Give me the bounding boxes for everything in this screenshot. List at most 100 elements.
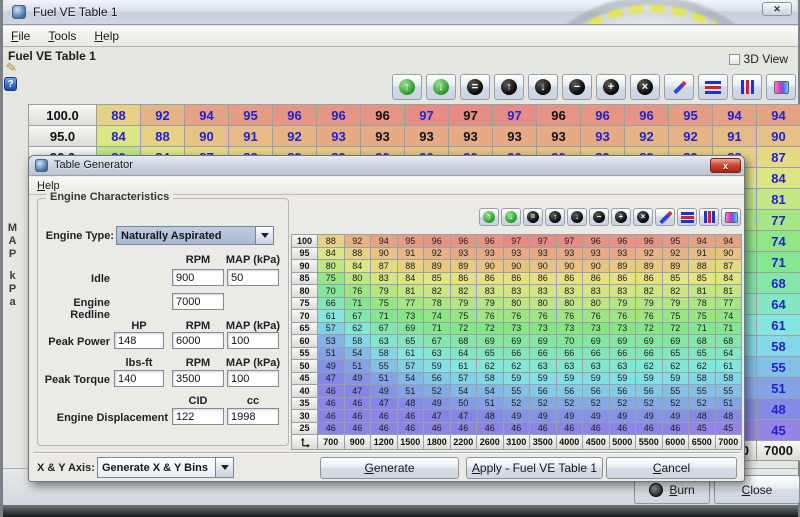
mini-ve-cell[interactable]: 59: [557, 373, 584, 386]
main-ve-cell[interactable]: 93: [317, 126, 361, 147]
mini-ve-cell[interactable]: 90: [504, 260, 531, 273]
mini-ve-cell[interactable]: 84: [398, 273, 425, 286]
mini-ve-cell[interactable]: 55: [504, 385, 531, 398]
edit-cell-button[interactable]: [655, 208, 675, 226]
mini-ve-cell[interactable]: 79: [663, 298, 690, 311]
mini-ve-cell[interactable]: 62: [689, 360, 716, 373]
mini-ve-cell[interactable]: 52: [583, 398, 610, 411]
menu-file[interactable]: File: [11, 29, 30, 43]
mini-ve-cell[interactable]: 85: [424, 273, 451, 286]
mini-ve-cell[interactable]: 83: [504, 285, 531, 298]
main-ve-cell[interactable]: 91: [713, 126, 757, 147]
mini-ve-cell[interactable]: 58: [689, 373, 716, 386]
interpolate-horizontal-button[interactable]: [677, 208, 697, 226]
mini-ve-cell[interactable]: 65: [477, 348, 504, 361]
mini-ve-cell[interactable]: 46: [318, 385, 345, 398]
mini-ve-cell[interactable]: 64: [451, 348, 478, 361]
mini-ve-cell[interactable]: 78: [689, 298, 716, 311]
mini-ve-cell[interactable]: 67: [371, 323, 398, 336]
mini-ve-cell[interactable]: 86: [477, 273, 504, 286]
main-ve-cell[interactable]: 92: [625, 126, 669, 147]
mini-ve-cell[interactable]: 61: [398, 348, 425, 361]
mini-ve-cell[interactable]: 56: [530, 385, 557, 398]
mini-x-bin-header[interactable]: 1500: [398, 435, 425, 450]
mini-ve-cell[interactable]: 51: [398, 385, 425, 398]
mini-ve-cell[interactable]: 78: [424, 298, 451, 311]
mini-ve-cell[interactable]: 48: [477, 410, 504, 423]
mini-x-bin-header[interactable]: 1200: [371, 435, 398, 450]
mini-ve-cell[interactable]: 46: [398, 423, 425, 436]
mini-ve-cell[interactable]: 62: [345, 323, 372, 336]
main-ve-cell[interactable]: 87: [757, 147, 800, 168]
mini-ve-cell[interactable]: 56: [583, 385, 610, 398]
mini-ve-cell[interactable]: 91: [398, 248, 425, 261]
multiply-button[interactable]: ×: [633, 208, 653, 226]
mini-ve-cell[interactable]: 92: [663, 248, 690, 261]
mini-ve-cell[interactable]: 47: [451, 410, 478, 423]
mini-ve-cell[interactable]: 66: [610, 348, 637, 361]
mini-ve-cell[interactable]: 89: [663, 260, 690, 273]
mini-ve-cell[interactable]: 69: [663, 335, 690, 348]
mini-ve-cell[interactable]: 69: [477, 335, 504, 348]
main-ve-cell[interactable]: 55: [757, 357, 800, 378]
mini-y-bin-header[interactable]: 30: [292, 410, 318, 423]
mini-ve-cell[interactable]: 90: [371, 248, 398, 261]
mini-ve-cell[interactable]: 67: [345, 310, 372, 323]
mini-ve-cell[interactable]: 52: [689, 398, 716, 411]
mini-ve-cell[interactable]: 75: [689, 310, 716, 323]
mini-ve-cell[interactable]: 87: [716, 260, 743, 273]
mini-ve-cell[interactable]: 59: [610, 373, 637, 386]
mini-y-bin-header[interactable]: 95: [292, 248, 318, 261]
mini-ve-cell[interactable]: 72: [477, 323, 504, 336]
mini-ve-cell[interactable]: 84: [716, 273, 743, 286]
mini-ve-cell[interactable]: 86: [530, 273, 557, 286]
mini-ve-cell[interactable]: 55: [689, 385, 716, 398]
mini-ve-cell[interactable]: 76: [530, 310, 557, 323]
mini-ve-cell[interactable]: 80: [557, 298, 584, 311]
mini-ve-cell[interactable]: 92: [424, 248, 451, 261]
scale-up-button[interactable]: ↑: [392, 74, 422, 100]
mini-ve-cell[interactable]: 46: [398, 410, 425, 423]
mini-ve-cell[interactable]: 93: [557, 248, 584, 261]
decrement-button[interactable]: −: [562, 74, 592, 100]
mini-ve-cell[interactable]: 77: [398, 298, 425, 311]
main-ve-cell[interactable]: 84: [97, 126, 141, 147]
mini-ve-cell[interactable]: 58: [477, 373, 504, 386]
main-ve-cell[interactable]: 94: [185, 105, 229, 126]
mini-ve-cell[interactable]: 83: [530, 285, 557, 298]
main-ve-cell[interactable]: 96: [273, 105, 317, 126]
mini-x-bin-header[interactable]: 5000: [610, 435, 637, 450]
equalize-button[interactable]: =: [460, 74, 490, 100]
main-ve-cell[interactable]: 97: [405, 105, 449, 126]
mini-ve-cell[interactable]: 71: [371, 310, 398, 323]
mini-ve-cell[interactable]: 89: [636, 260, 663, 273]
mini-ve-cell[interactable]: 46: [663, 423, 690, 436]
mini-ve-cell[interactable]: 89: [424, 260, 451, 273]
mini-ve-cell[interactable]: 49: [318, 360, 345, 373]
main-ve-cell[interactable]: 93: [449, 126, 493, 147]
mini-ve-cell[interactable]: 46: [451, 423, 478, 436]
mini-ve-cell[interactable]: 76: [636, 310, 663, 323]
mini-ve-cell[interactable]: 66: [557, 348, 584, 361]
main-ve-cell[interactable]: 93: [581, 126, 625, 147]
mini-ve-cell[interactable]: 80: [583, 298, 610, 311]
mini-x-bin-header[interactable]: 4000: [557, 435, 584, 450]
mini-ve-cell[interactable]: 62: [636, 360, 663, 373]
mini-ve-cell[interactable]: 59: [583, 373, 610, 386]
mini-ve-cell[interactable]: 57: [398, 360, 425, 373]
mini-ve-cell[interactable]: 74: [424, 310, 451, 323]
dialog-menu-help[interactable]: Help: [37, 180, 60, 192]
mini-ve-cell[interactable]: 54: [345, 348, 372, 361]
mini-ve-cell[interactable]: 46: [318, 410, 345, 423]
main-ve-cell[interactable]: 84: [757, 168, 800, 189]
mini-ve-cell[interactable]: 85: [689, 273, 716, 286]
mini-x-bin-header[interactable]: 700: [318, 435, 345, 450]
mini-ve-cell[interactable]: 76: [557, 310, 584, 323]
help-icon[interactable]: ?: [4, 77, 17, 91]
mini-ve-cell[interactable]: 76: [504, 310, 531, 323]
main-ve-cell[interactable]: 96: [361, 105, 405, 126]
mini-ve-cell[interactable]: 59: [504, 373, 531, 386]
main-ve-cell[interactable]: 93: [361, 126, 405, 147]
main-ve-cell[interactable]: 96: [625, 105, 669, 126]
main-ve-cell[interactable]: 94: [757, 105, 800, 126]
